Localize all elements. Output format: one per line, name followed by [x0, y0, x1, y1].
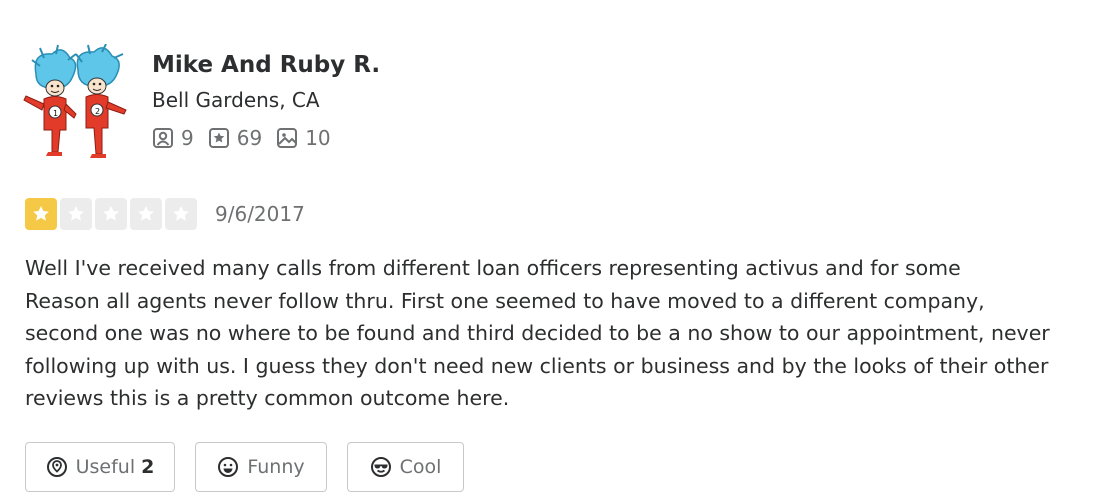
- friends-count: 9: [181, 126, 194, 150]
- cool-label: Cool: [399, 456, 442, 478]
- review-text: Well I've received many calls from diffe…: [25, 252, 1113, 415]
- cool-icon: [370, 457, 391, 477]
- svg-text:1: 1: [53, 109, 58, 118]
- review-line: Well I've received many calls from diffe…: [25, 256, 961, 280]
- review-line: following up with us. I guess they don't…: [25, 353, 1049, 378]
- friends-icon: [153, 128, 173, 148]
- funny-label: Funny: [247, 456, 305, 478]
- reviews-stat: 69: [208, 126, 262, 150]
- photos-stat: 10: [276, 126, 331, 150]
- friends-stat: 9: [152, 126, 194, 150]
- star-1: [25, 198, 57, 230]
- star-rating: 9/6/2017: [25, 198, 305, 230]
- useful-label: Useful: [75, 456, 136, 478]
- useful-button[interactable]: Useful 2: [25, 442, 175, 492]
- review-actions: Useful 2 Funny Cool: [25, 442, 484, 492]
- cool-button[interactable]: Cool: [347, 442, 464, 492]
- user-stats: 9 69 10: [152, 126, 345, 150]
- avatar[interactable]: 1 2: [22, 43, 132, 158]
- review-line: Reason all agents never follow thru. Fir…: [25, 288, 985, 313]
- star-4: [130, 198, 162, 230]
- user-name[interactable]: Mike And Ruby R.: [152, 52, 380, 78]
- useful-count: 2: [141, 456, 155, 478]
- photo-icon: [277, 128, 298, 148]
- reviews-count: 69: [236, 126, 263, 150]
- funny-icon: [218, 457, 239, 477]
- review-date: 9/6/2017: [215, 202, 305, 226]
- star-2: [60, 198, 92, 230]
- funny-button[interactable]: Funny: [195, 442, 327, 492]
- user-location: Bell Gardens, CA: [152, 88, 320, 112]
- star-3: [95, 198, 127, 230]
- photos-count: 10: [305, 126, 331, 150]
- useful-icon: [46, 457, 67, 477]
- review-line: reviews this is a pretty common outcome …: [25, 386, 510, 410]
- review-star-icon: [208, 128, 229, 148]
- review-line: second one was no where to be found and …: [25, 321, 1050, 345]
- svg-text:2: 2: [95, 107, 100, 116]
- star-5: [165, 198, 197, 230]
